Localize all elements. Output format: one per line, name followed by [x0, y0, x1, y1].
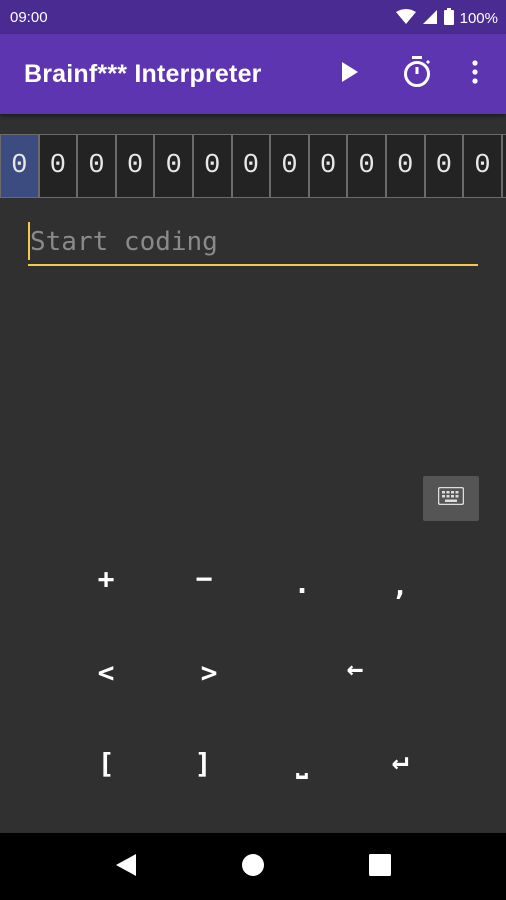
key-move-right[interactable]: > — [179, 647, 239, 697]
battery-percent: 100% — [459, 10, 498, 27]
nav-recents-button[interactable] — [364, 851, 396, 883]
key-input-label: , — [391, 568, 409, 602]
key-output[interactable]: . — [272, 558, 332, 608]
tape-cell: 0 — [308, 134, 348, 198]
tape-cell: 0 — [347, 134, 386, 198]
signal-icon — [422, 9, 438, 29]
tape-cell: 0 — [192, 134, 232, 198]
tape-cell: 0 — [38, 134, 78, 198]
keyboard-icon — [437, 486, 465, 510]
key-increment-label: + — [97, 561, 115, 595]
key-move-left-label: < — [97, 655, 115, 689]
play-icon — [340, 61, 360, 88]
text-cursor — [28, 222, 30, 260]
overflow-menu-button[interactable] — [455, 54, 495, 94]
backspace-icon: ← — [346, 651, 364, 685]
navigation-bar — [0, 833, 506, 900]
key-decrement[interactable]: − — [174, 553, 234, 603]
key-move-right-label: > — [200, 655, 218, 689]
timer-icon — [402, 55, 432, 93]
more-vert-icon — [472, 59, 478, 89]
key-move-left[interactable]: < — [76, 647, 136, 697]
key-loop-start[interactable]: [ — [76, 738, 136, 788]
tape-cell-active: 0 — [0, 134, 39, 198]
tape-cell: 0 — [270, 134, 309, 198]
memory-tape[interactable]: 00000000000000 — [0, 134, 506, 198]
nav-back-button[interactable] — [110, 851, 142, 883]
code-input[interactable] — [28, 220, 478, 266]
key-increment[interactable]: + — [76, 553, 136, 603]
nav-home-button[interactable] — [237, 851, 269, 883]
key-loop-start-label: [ — [97, 746, 115, 780]
tape-cell: 0 — [154, 134, 193, 198]
status-bar: 09:00 100% — [0, 0, 506, 34]
tape-cell: 0 — [77, 134, 116, 198]
key-output-label: . — [293, 566, 311, 600]
key-input[interactable]: , — [370, 560, 430, 610]
key-backspace[interactable]: ← — [325, 643, 385, 693]
recents-icon — [369, 853, 391, 881]
tape-cell: 0 — [231, 134, 271, 198]
tape-row: 00000000000000 — [0, 134, 506, 198]
tape-cell: 0 — [463, 134, 502, 198]
tape-cell: 0 — [115, 134, 155, 198]
back-icon — [115, 853, 137, 882]
app-bar: Brainf*** Interpreter — [0, 34, 506, 114]
keyboard-toggle-button[interactable] — [423, 476, 479, 521]
key-decrement-label: − — [195, 561, 213, 595]
wifi-icon — [395, 8, 416, 29]
timer-button[interactable] — [397, 54, 437, 94]
home-icon — [241, 853, 265, 882]
tape-cell: 0 — [424, 134, 464, 198]
key-space[interactable]: ⎵ — [272, 738, 332, 788]
status-icons: 100% — [395, 8, 498, 29]
key-loop-end[interactable]: ] — [173, 738, 233, 788]
tape-cell: 0 — [385, 134, 425, 198]
status-time: 09:00 — [10, 9, 48, 26]
run-button[interactable] — [330, 54, 370, 94]
enter-icon: ↵ — [391, 742, 409, 776]
key-loop-end-label: ] — [194, 746, 212, 780]
tape-cell: 0 — [501, 134, 506, 198]
app-title: Brainf*** Interpreter — [24, 60, 262, 88]
battery-icon — [443, 8, 454, 29]
space-icon: ⎵ — [296, 746, 308, 779]
key-enter[interactable]: ↵ — [370, 734, 430, 784]
